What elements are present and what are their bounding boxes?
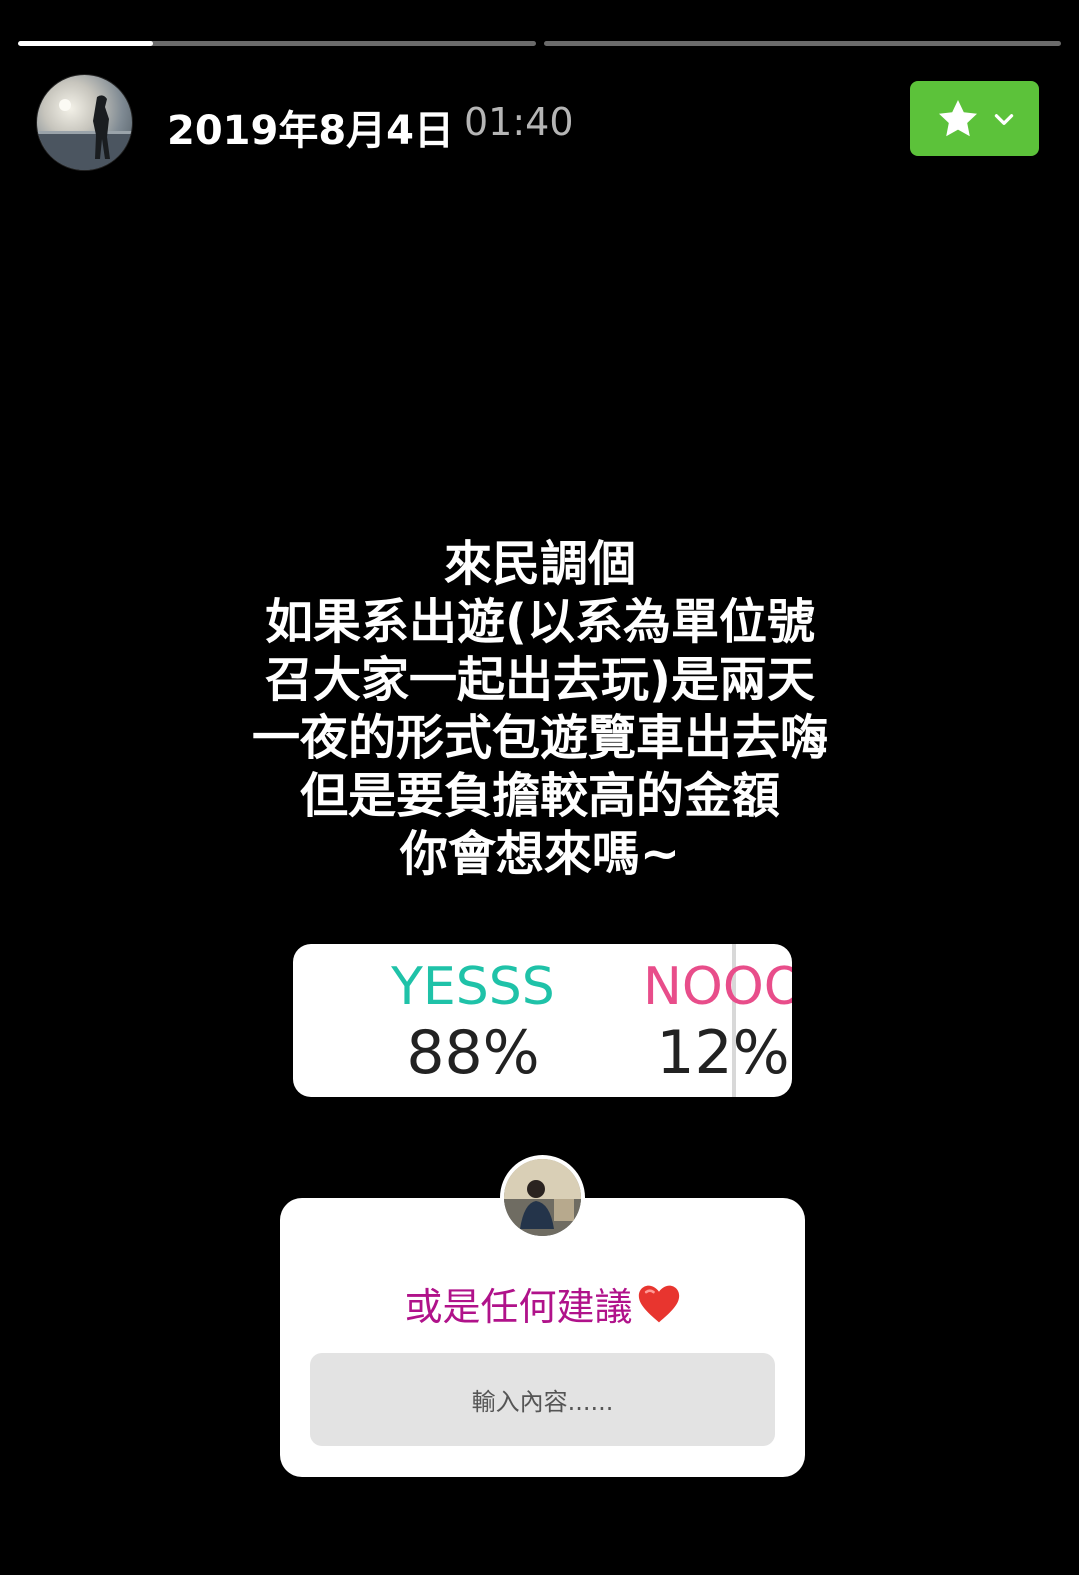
chevron-down-icon — [994, 113, 1013, 125]
poll-option-label: NOOO — [643, 957, 792, 1017]
avatar-silhouette — [37, 95, 132, 170]
progress-segment-2 — [543, 41, 1061, 46]
poll-option-percent: 12% — [656, 1018, 790, 1088]
story-date: 2019年8月4日 — [167, 108, 454, 154]
poll-sticker[interactable]: YESSS 88% NOOO 12% — [293, 944, 792, 1097]
avatar[interactable] — [36, 74, 133, 171]
question-prompt-text: 或是任何建議 — [404, 1285, 633, 1329]
star-icon — [938, 99, 977, 136]
heart-icon — [638, 1285, 679, 1322]
poll-option-label: YESSS — [391, 957, 555, 1017]
progress-fill-1 — [18, 41, 153, 46]
question-prompt: 或是任何建議 — [280, 1276, 805, 1331]
story-time: 01:40 — [464, 100, 574, 144]
poll-option-yes[interactable]: YESSS 88% — [373, 956, 573, 1088]
avatar-photo — [504, 1159, 581, 1236]
story-question-text: 來民調個 如果系出遊(以系為單位號 召大家一起出去玩)是兩天 一夜的形式包遊覽車… — [251, 536, 828, 882]
avatar — [504, 1159, 581, 1236]
answer-input[interactable]: 輸入內容...... — [310, 1353, 775, 1446]
favorite-button[interactable] — [910, 81, 1039, 156]
poll-option-percent: 88% — [406, 1018, 540, 1088]
progress-segment-1 — [18, 41, 536, 46]
ask-avatar — [500, 1155, 585, 1240]
story-progress — [18, 41, 1061, 46]
poll-option-no[interactable]: NOOO 12% — [643, 956, 792, 1088]
